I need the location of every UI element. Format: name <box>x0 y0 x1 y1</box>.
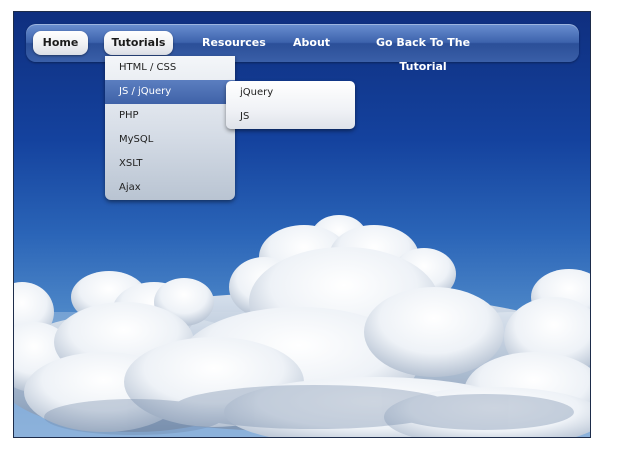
nav-tutorials[interactable]: Tutorials <box>104 31 173 55</box>
nav-go-back-to-tutorial[interactable]: Go Back To The Tutorial <box>368 31 478 73</box>
menu-item-js-jquery[interactable]: JS / jQuery <box>105 80 235 104</box>
nav-home[interactable]: Home <box>33 31 88 55</box>
nav-about[interactable]: About <box>293 31 330 55</box>
menu-item-xslt[interactable]: XSLT <box>105 152 235 176</box>
menu-item-php[interactable]: PHP <box>105 104 235 128</box>
menu-item-mysql[interactable]: MySQL <box>105 128 235 152</box>
js-submenu: jQuery JS <box>226 81 355 129</box>
nav-resources[interactable]: Resources <box>202 31 266 55</box>
submenu-item-jquery[interactable]: jQuery <box>226 81 355 105</box>
sky-clouds-background <box>14 215 590 437</box>
tutorials-dropdown-menu: HTML / CSS JS / jQuery PHP MySQL XSLT Aj… <box>105 56 235 200</box>
page-canvas: Home Tutorials Resources About Go Back T… <box>13 11 591 438</box>
menu-item-ajax[interactable]: Ajax <box>105 176 235 200</box>
submenu-item-js[interactable]: JS <box>226 105 355 129</box>
menu-item-html-css[interactable]: HTML / CSS <box>105 56 235 80</box>
